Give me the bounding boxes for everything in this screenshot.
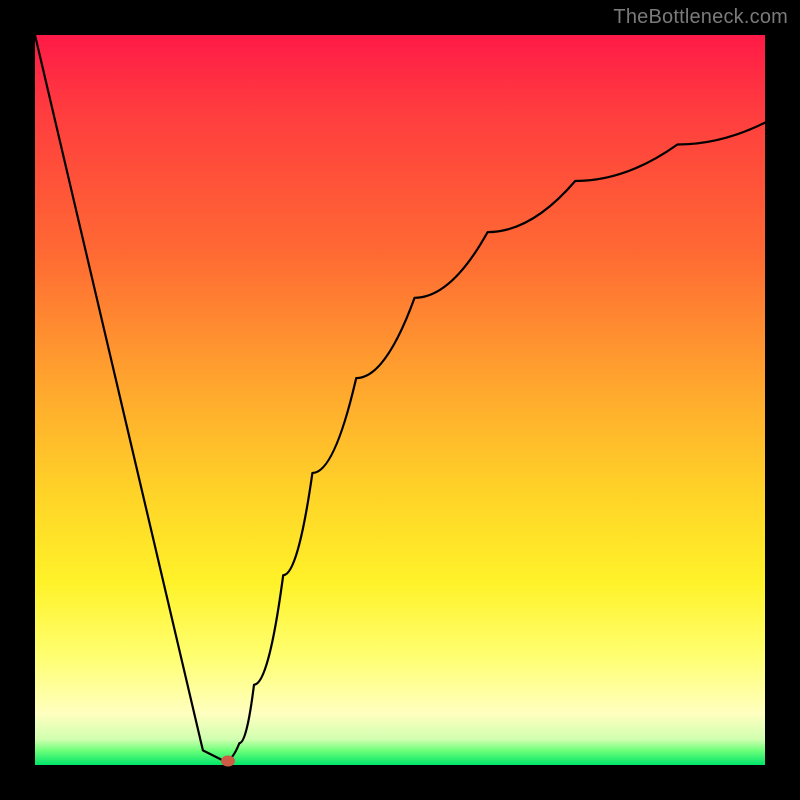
optimal-point-marker [221, 756, 235, 767]
chart-frame: TheBottleneck.com [0, 0, 800, 800]
curve-layer [35, 35, 765, 765]
watermark-text: TheBottleneck.com [613, 6, 788, 29]
bottleneck-curve [35, 35, 765, 761]
plot-area [35, 35, 765, 765]
